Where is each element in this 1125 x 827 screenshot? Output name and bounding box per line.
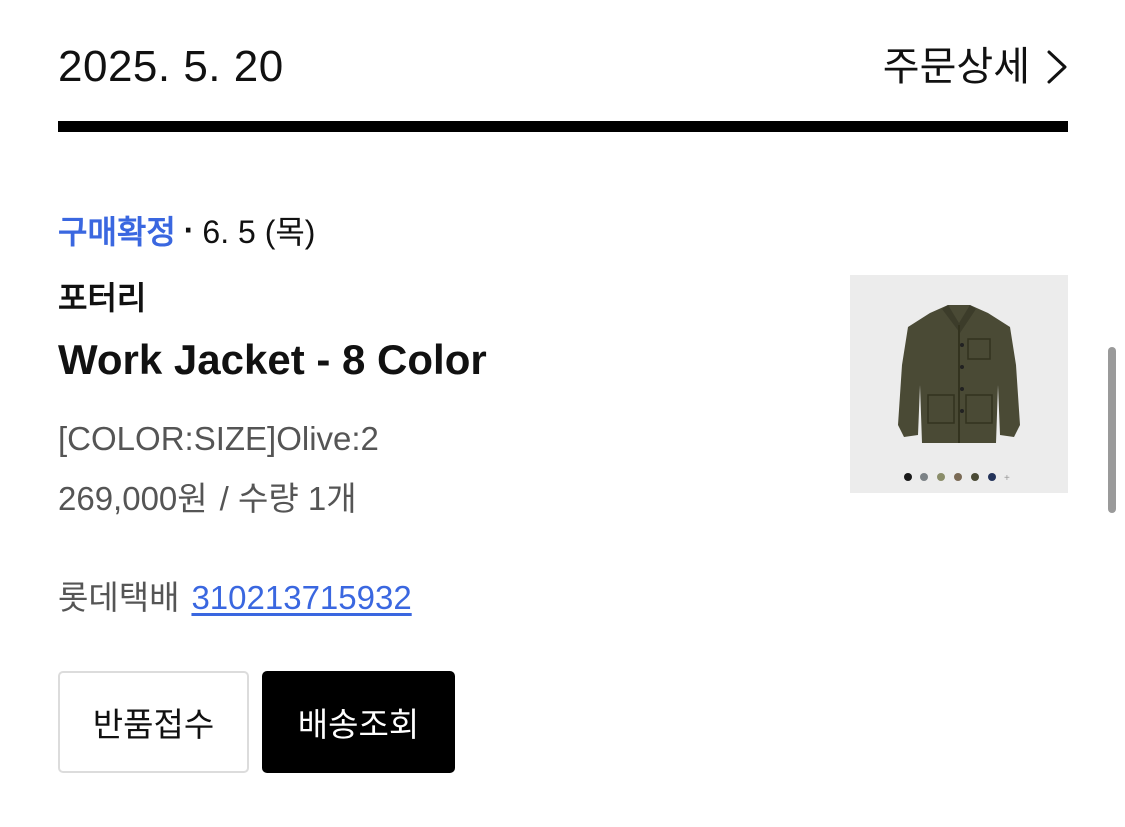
vertical-scrollbar[interactable]: [1108, 347, 1116, 513]
order-header: 2025. 5. 20 주문상세: [58, 38, 1068, 96]
jacket-image: +: [850, 275, 1068, 493]
shipping-info: 롯데택배 310213715932: [58, 575, 412, 621]
price-quantity: 269,000원 / 수량 1개: [58, 476, 357, 522]
product-quantity: / 수량 1개: [219, 480, 357, 517]
order-detail-link[interactable]: 주문상세: [883, 38, 1068, 96]
status-date: 6. 5 (목): [202, 214, 316, 250]
shipping-carrier: 롯데택배: [58, 579, 180, 616]
track-delivery-button[interactable]: 배송조회: [262, 671, 455, 773]
order-status-line: 구매확정 · 6. 5 (목): [58, 206, 315, 254]
header-divider: [58, 121, 1068, 132]
chevron-right-icon: [1047, 50, 1067, 84]
product-brand[interactable]: 포터리: [58, 276, 146, 320]
order-date: 2025. 5. 20: [58, 42, 284, 91]
product-price: 269,000원: [58, 480, 208, 517]
product-option: [COLOR:SIZE]Olive:2: [58, 420, 379, 457]
order-status: 구매확정: [58, 214, 176, 250]
product-name[interactable]: Work Jacket - 8 Color: [58, 332, 487, 388]
order-history-page: 2025. 5. 20 주문상세 구매확정 · 6. 5 (목) 포터리 Wor…: [0, 0, 1125, 827]
svg-text:+: +: [1004, 473, 1010, 484]
status-separator: ·: [183, 211, 195, 248]
order-detail-label: 주문상세: [882, 45, 1030, 89]
return-request-button[interactable]: 반품접수: [58, 671, 249, 773]
product-thumbnail[interactable]: +: [850, 275, 1068, 493]
tracking-number-link[interactable]: 310213715932: [191, 575, 411, 621]
